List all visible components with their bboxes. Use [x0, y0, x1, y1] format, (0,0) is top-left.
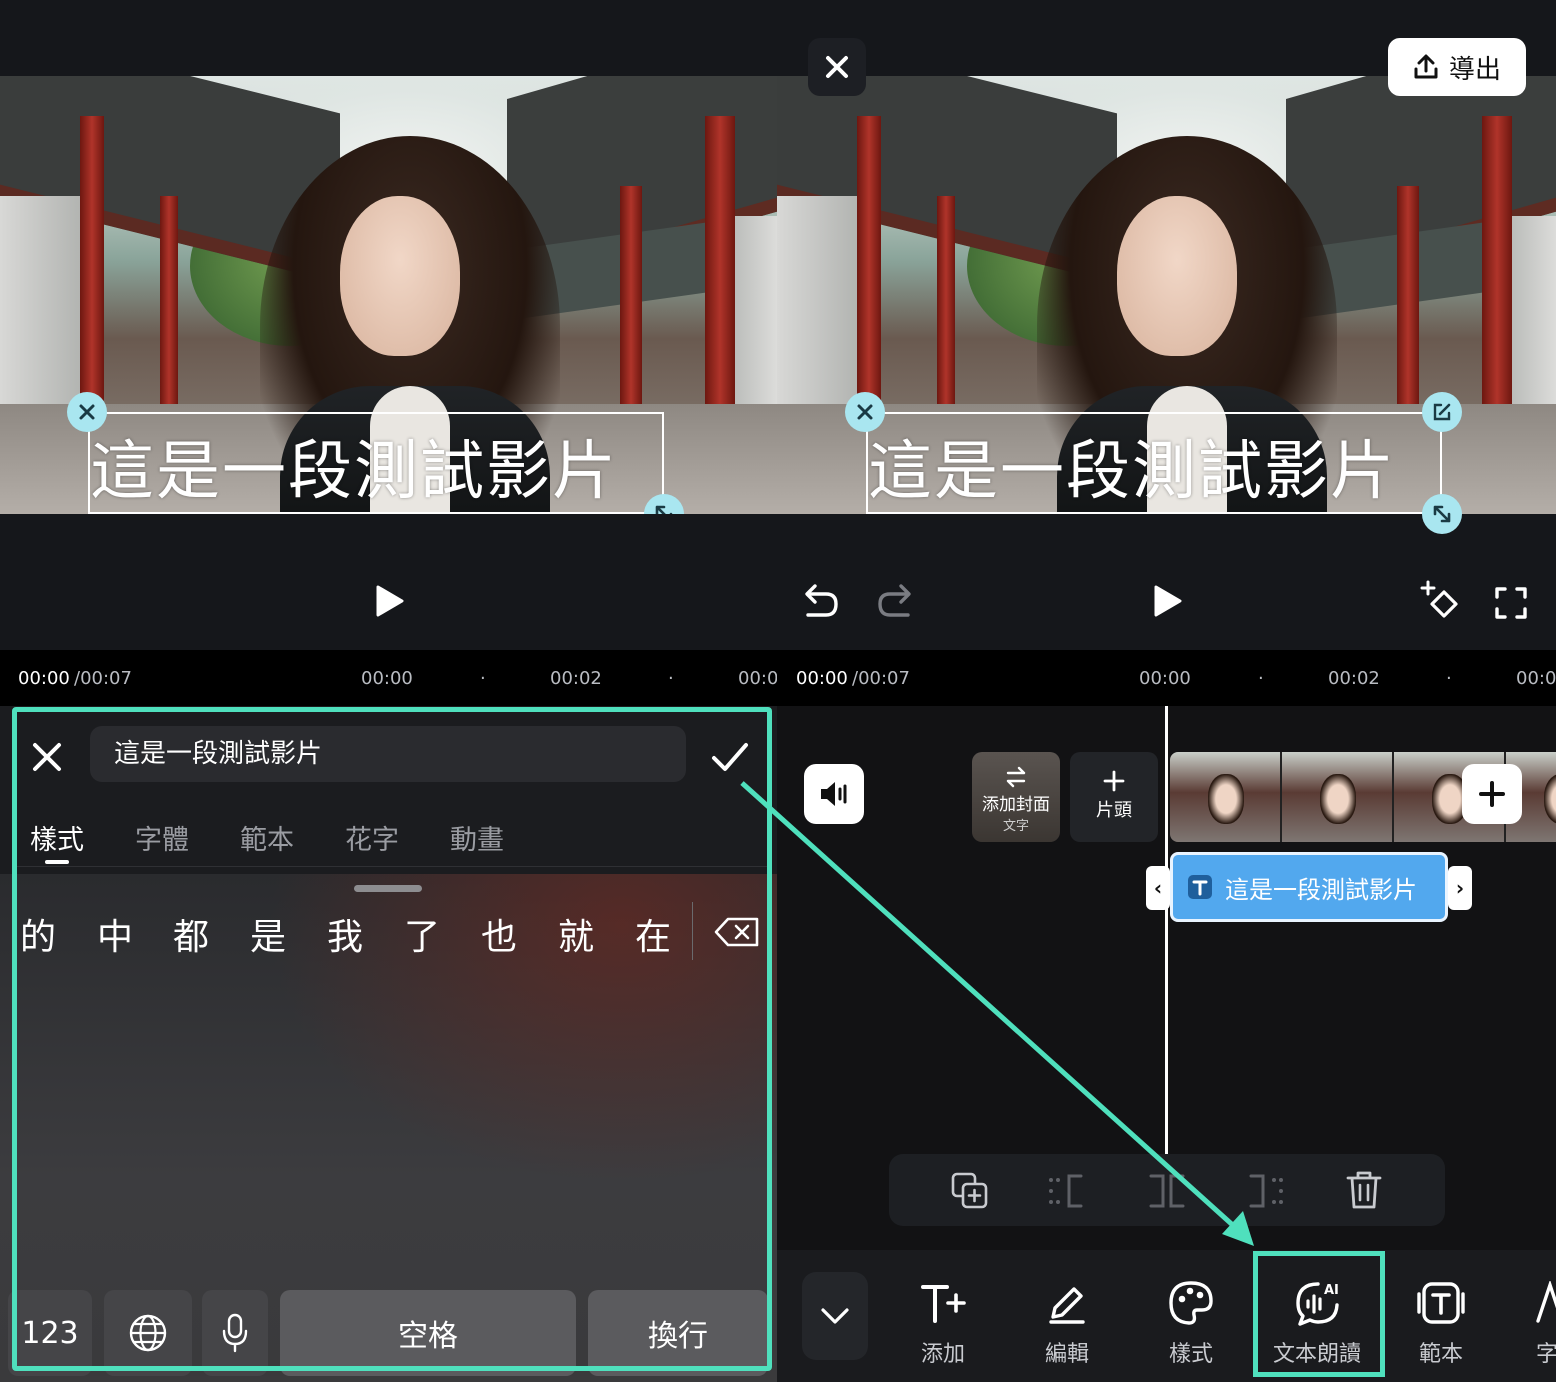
text-icon: [1536, 1281, 1556, 1323]
swap-icon: [1006, 766, 1026, 788]
tool-label: 字: [1536, 1342, 1556, 1367]
add-text-icon: [921, 1285, 966, 1323]
chevron-down-icon: [821, 1308, 849, 1324]
undo-icon[interactable]: [800, 582, 840, 620]
ruler-dot: ·: [480, 668, 486, 689]
tool-label: 編輯: [1044, 1342, 1089, 1367]
close-icon: [857, 404, 873, 420]
clip-edit-bar: [889, 1154, 1445, 1226]
text-t-icon: [1188, 875, 1212, 899]
upload-icon: [1414, 54, 1438, 79]
caption-text[interactable]: 這是一段測試影片: [90, 420, 618, 512]
playhead[interactable]: [1165, 706, 1168, 1154]
add-cover-button[interactable]: 添加封面 文字: [972, 752, 1060, 842]
playback-row: [0, 514, 777, 650]
tool-label: 添加: [920, 1342, 965, 1367]
fullscreen-icon[interactable]: [1494, 586, 1528, 620]
tool-add-text[interactable]: 添加: [888, 1276, 998, 1368]
speaker-icon: [821, 782, 847, 806]
tool-template[interactable]: 範本: [1386, 1276, 1496, 1368]
trim-start-icon[interactable]: [1047, 1172, 1087, 1210]
total-time: /00:07: [74, 668, 132, 689]
mute-audio-button[interactable]: [804, 764, 864, 824]
collapse-toolbar-button[interactable]: [802, 1272, 868, 1360]
template-icon: [1417, 1282, 1465, 1324]
caption-resize-handle[interactable]: [1422, 494, 1462, 534]
clip-trim-right-handle[interactable]: ›: [1448, 866, 1472, 910]
time-ruler[interactable]: 00:00 /00:07 00:00 · 00:02 · 00:0: [0, 650, 777, 706]
add-opening-button[interactable]: 片頭: [1070, 752, 1158, 842]
ruler-dot: ·: [1446, 668, 1452, 689]
play-icon[interactable]: [374, 584, 406, 618]
ruler-tick: 00:02: [550, 668, 602, 689]
highlight-frame-edit-sheet: [12, 707, 772, 1371]
play-icon[interactable]: [1152, 584, 1184, 618]
time-ruler[interactable]: 00:00 /00:07 00:00 · 00:02 · 00:0: [777, 650, 1556, 706]
ruler-dot: ·: [668, 668, 674, 689]
palette-icon: [1169, 1281, 1213, 1325]
text-clip-label: 這是一段測試影片: [1225, 875, 1417, 904]
tool-edit[interactable]: 編輯: [1012, 1276, 1122, 1368]
caption-delete-handle[interactable]: [845, 392, 885, 432]
trash-icon[interactable]: [1345, 1170, 1383, 1210]
ruler-tick: 00:00: [1139, 668, 1191, 689]
plus-icon: [1479, 781, 1505, 807]
current-time: 00:00: [796, 668, 848, 689]
caption-delete-handle[interactable]: [67, 392, 107, 432]
ruler-dot: ·: [1258, 668, 1264, 689]
ruler-tick: 00:0: [1516, 668, 1556, 689]
duplicate-icon[interactable]: [951, 1172, 989, 1210]
ruler-tick: 00:0: [738, 668, 777, 689]
add-cover-sub: 文字: [1002, 819, 1029, 834]
resize-icon: [1433, 505, 1451, 523]
ruler-tick: 00:00: [361, 668, 413, 689]
trim-end-icon[interactable]: [1245, 1172, 1285, 1210]
tool-label: 樣式: [1168, 1342, 1213, 1367]
close-button[interactable]: [808, 38, 866, 96]
add-opening-label: 片頭: [1096, 800, 1132, 821]
add-clip-button[interactable]: [1462, 764, 1522, 824]
ruler-tick: 00:02: [1328, 668, 1380, 689]
keyframe-add-icon[interactable]: [1420, 580, 1464, 624]
tool-style[interactable]: 樣式: [1136, 1276, 1246, 1368]
close-icon: [826, 56, 848, 78]
highlight-frame-text-to-speech: [1253, 1251, 1385, 1377]
add-cover-label: 添加封面: [982, 795, 1050, 815]
edit-icon: [1433, 403, 1451, 421]
tool-text-partial[interactable]: 字: [1500, 1276, 1556, 1368]
tool-label: 範本: [1418, 1342, 1463, 1367]
text-clip[interactable]: 這是一段測試影片: [1170, 852, 1448, 922]
top-bar: [0, 0, 777, 76]
export-label: 導出: [1448, 54, 1501, 85]
pencil-icon: [1049, 1287, 1085, 1324]
export-button[interactable]: 導出: [1388, 38, 1526, 96]
redo-icon[interactable]: [876, 582, 916, 620]
close-icon: [79, 404, 95, 420]
split-icon[interactable]: [1147, 1172, 1187, 1210]
caption-edit-handle[interactable]: [1422, 392, 1462, 432]
caption-text[interactable]: 這是一段測試影片: [868, 420, 1396, 512]
plus-icon: [1103, 770, 1125, 792]
current-time: 00:00: [18, 668, 70, 689]
total-time: /00:07: [852, 668, 910, 689]
